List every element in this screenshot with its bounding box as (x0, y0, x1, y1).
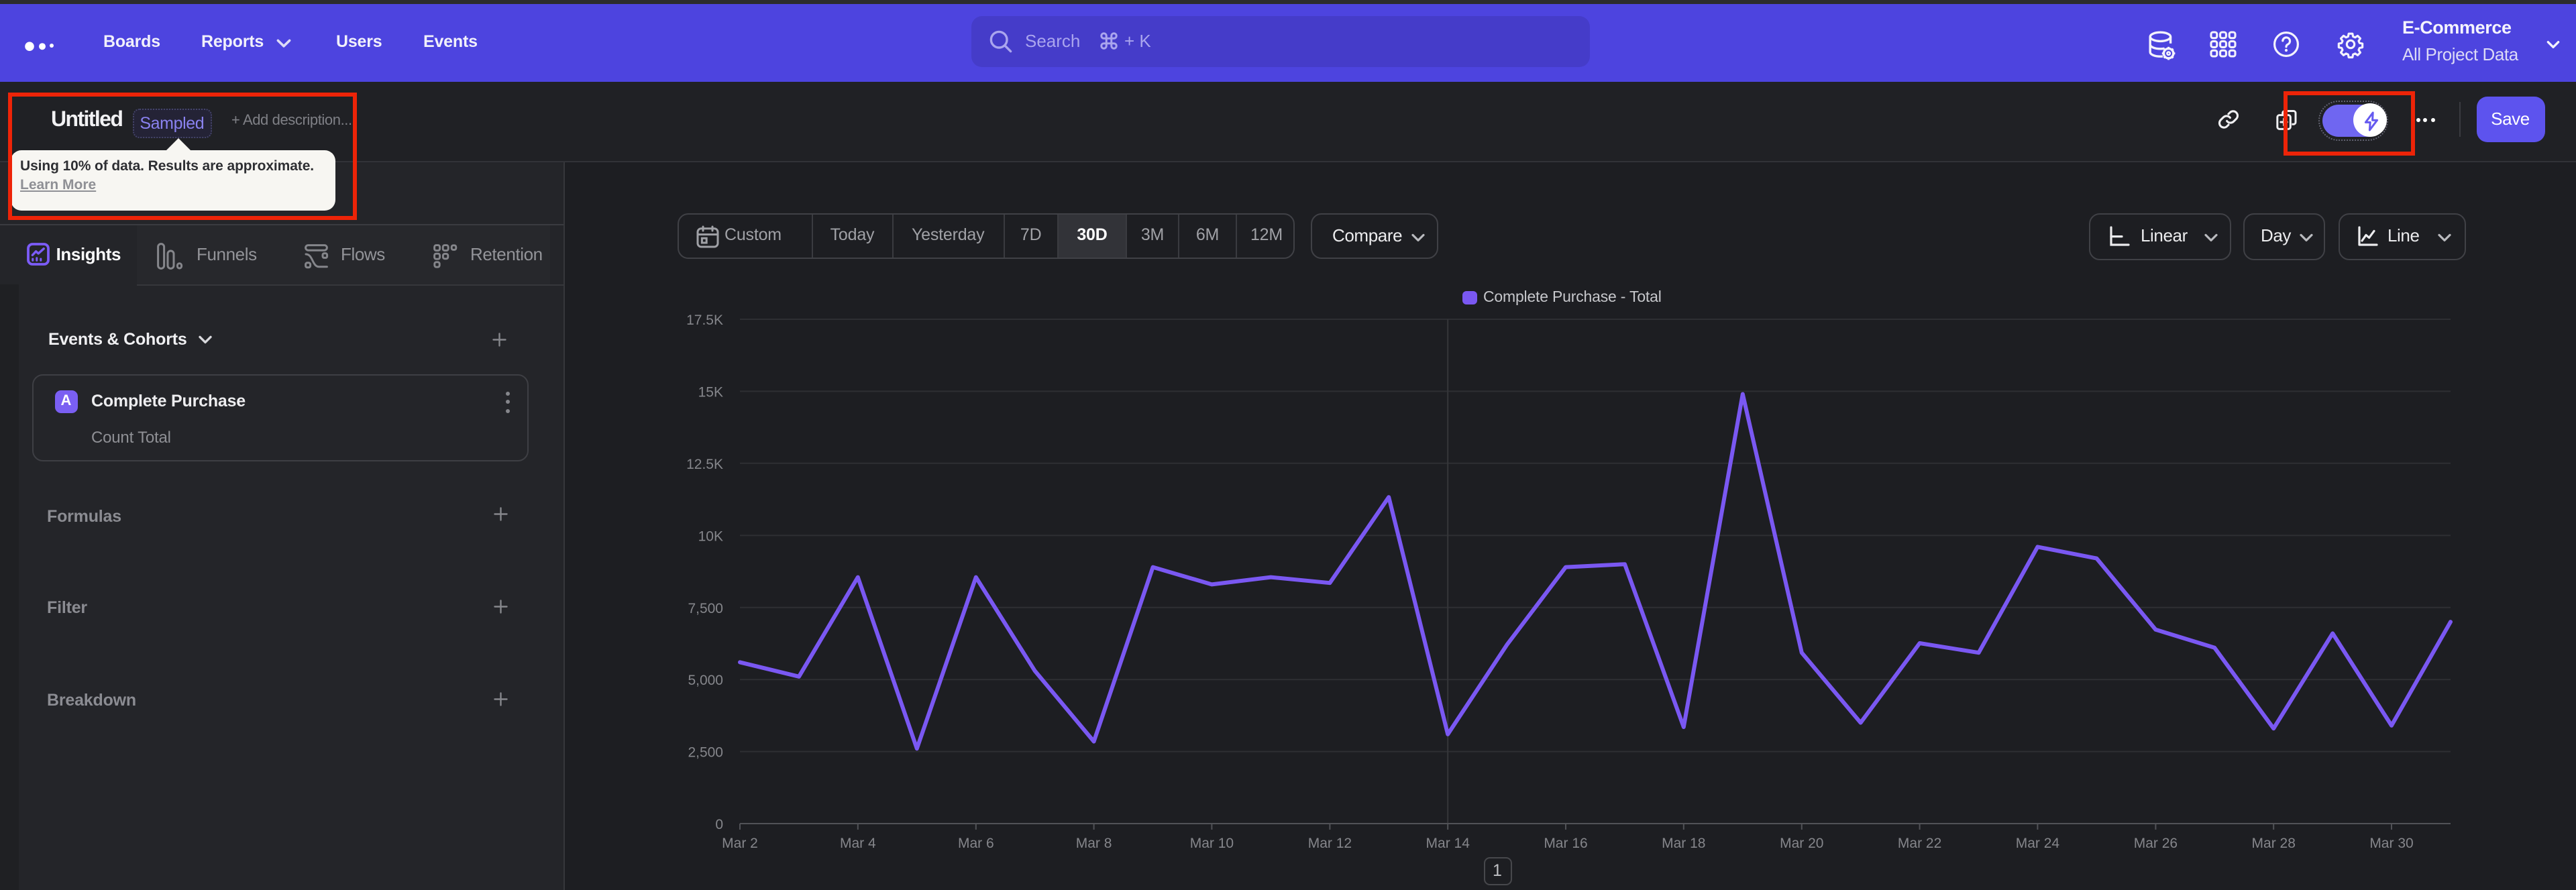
svg-text:Mar 2: Mar 2 (722, 836, 758, 851)
svg-text:Mar 14: Mar 14 (1426, 836, 1470, 851)
svg-text:Mar 30: Mar 30 (2369, 836, 2413, 851)
svg-text:17.5K: 17.5K (686, 313, 723, 328)
svg-text:Mar 6: Mar 6 (958, 836, 994, 851)
svg-text:0: 0 (715, 817, 723, 832)
svg-text:15K: 15K (698, 384, 723, 400)
svg-text:Mar 18: Mar 18 (1662, 836, 1705, 851)
svg-text:2,500: 2,500 (688, 745, 723, 761)
svg-text:Mar 28: Mar 28 (2252, 836, 2296, 851)
svg-text:Mar 20: Mar 20 (1780, 836, 1823, 851)
svg-text:Mar 12: Mar 12 (1308, 836, 1352, 851)
svg-text:12.5K: 12.5K (686, 457, 723, 472)
svg-text:Mar 10: Mar 10 (1190, 836, 1234, 851)
svg-text:7,500: 7,500 (688, 601, 723, 616)
svg-text:10K: 10K (698, 529, 723, 544)
svg-text:5,000: 5,000 (688, 673, 723, 688)
svg-text:Mar 16: Mar 16 (1544, 836, 1587, 851)
svg-text:Mar 22: Mar 22 (1898, 836, 1941, 851)
svg-text:Mar 24: Mar 24 (2016, 836, 2060, 851)
svg-text:Mar 26: Mar 26 (2134, 836, 2178, 851)
svg-text:Mar 4: Mar 4 (840, 836, 876, 851)
svg-text:Mar 8: Mar 8 (1076, 836, 1112, 851)
